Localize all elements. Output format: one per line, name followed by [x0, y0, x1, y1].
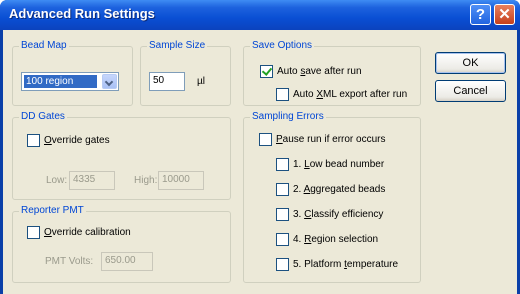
- window-title: Advanced Run Settings: [9, 6, 155, 21]
- checkbox-box[interactable]: [276, 258, 289, 271]
- checkbox-box[interactable]: [276, 158, 289, 171]
- auto-xml-label: Auto XML export after run: [293, 89, 408, 100]
- sample-size-legend: Sample Size: [147, 40, 208, 51]
- checkbox-box[interactable]: [27, 226, 40, 239]
- aggregated-beads-checkbox[interactable]: 2. Aggregated beads: [276, 183, 385, 196]
- dialog-body: Bead Map 100 region Sample Size 50 µl Sa…: [3, 30, 517, 294]
- sample-size-input[interactable]: 50: [149, 72, 185, 91]
- reporter-pmt-group: Reporter PMT Override calibration PMT Vo…: [12, 205, 231, 283]
- pmt-volts-label: PMT Volts:: [45, 256, 94, 267]
- sampling-errors-legend: Sampling Errors: [250, 111, 326, 122]
- pause-run-label: Pause run if error occurs: [276, 134, 386, 145]
- checkbox-box[interactable]: [260, 65, 273, 78]
- high-gate-input[interactable]: 10000: [158, 171, 204, 190]
- aggregated-beads-label: 2. Aggregated beads: [293, 184, 386, 195]
- save-options-legend: Save Options: [250, 40, 315, 51]
- override-calibration-checkbox[interactable]: Override calibration: [27, 226, 131, 239]
- high-label: High:: [134, 175, 158, 186]
- checkbox-box[interactable]: [276, 183, 289, 196]
- classify-efficiency-label: 3. Classify efficiency: [293, 209, 384, 220]
- dd-gates-legend: DD Gates: [19, 111, 67, 122]
- sample-size-group: Sample Size 50 µl: [140, 40, 231, 106]
- bead-map-select[interactable]: 100 region: [21, 72, 119, 91]
- low-bead-number-label: 1. Low bead number: [293, 159, 385, 170]
- override-gates-checkbox[interactable]: Override gates: [27, 134, 110, 147]
- cancel-button[interactable]: Cancel: [435, 80, 506, 102]
- low-gate-input[interactable]: 4335: [69, 171, 115, 190]
- low-bead-number-checkbox[interactable]: 1. Low bead number: [276, 158, 384, 171]
- platform-temperature-label: 5. Platform temperature: [293, 259, 399, 270]
- bead-map-legend: Bead Map: [19, 40, 69, 51]
- auto-save-checkbox[interactable]: Auto save after run: [260, 65, 362, 78]
- auto-xml-checkbox[interactable]: Auto XML export after run: [276, 88, 407, 101]
- close-button[interactable]: ✕: [494, 4, 515, 25]
- checkbox-box[interactable]: [276, 208, 289, 221]
- help-button[interactable]: ?: [470, 4, 491, 25]
- bead-map-group: Bead Map 100 region: [12, 40, 133, 106]
- dd-gates-group: DD Gates Override gates Low: 4335 High: …: [12, 111, 231, 200]
- platform-temperature-checkbox[interactable]: 5. Platform temperature: [276, 258, 398, 271]
- bead-map-selected: 100 region: [24, 75, 97, 88]
- chevron-down-icon[interactable]: [102, 74, 117, 89]
- close-icon: ✕: [498, 6, 511, 23]
- pause-run-checkbox[interactable]: Pause run if error occurs: [259, 133, 386, 146]
- region-selection-checkbox[interactable]: 4. Region selection: [276, 233, 378, 246]
- low-label: Low:: [46, 175, 68, 186]
- sampling-errors-group: Sampling Errors Pause run if error occur…: [243, 111, 421, 283]
- reporter-pmt-legend: Reporter PMT: [19, 205, 86, 216]
- checkbox-box[interactable]: [27, 134, 40, 147]
- checkbox-box[interactable]: [259, 133, 272, 146]
- override-gates-label: Override gates: [44, 135, 110, 146]
- region-selection-label: 4. Region selection: [293, 234, 379, 245]
- classify-efficiency-checkbox[interactable]: 3. Classify efficiency: [276, 208, 383, 221]
- pmt-volts-input[interactable]: 650.00: [101, 252, 153, 271]
- sample-size-unit: µl: [197, 76, 205, 87]
- checkbox-box[interactable]: [276, 233, 289, 246]
- override-calibration-label: Override calibration: [44, 227, 131, 238]
- checkbox-box[interactable]: [276, 88, 289, 101]
- ok-button[interactable]: OK: [435, 52, 506, 74]
- help-icon: ?: [475, 6, 486, 23]
- title-bar[interactable]: Advanced Run Settings ? ✕: [0, 0, 520, 30]
- save-options-group: Save Options Auto save after run Auto XM…: [243, 40, 421, 106]
- auto-save-label: Auto save after run: [277, 66, 362, 77]
- dialog-window: Advanced Run Settings ? ✕ Bead Map 100 r…: [0, 0, 520, 294]
